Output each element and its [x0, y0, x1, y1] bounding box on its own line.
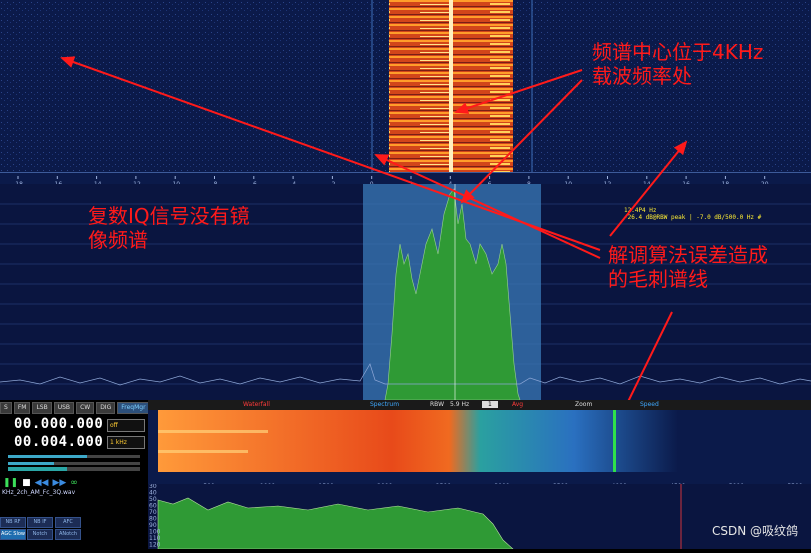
control-panel: S FM LSB USB CW DIG FreqMgr 00.000.000 off 00.…: [0, 400, 150, 549]
file-name: KHz_2ch_AM_Fc_3Q.wav: [2, 489, 76, 496]
annotation-line: 像频谱: [88, 228, 148, 252]
vfo-b-frequency[interactable]: 00.004.000: [14, 434, 103, 450]
nb-if-button[interactable]: NB IF: [27, 517, 53, 528]
db-tick-label: 120: [149, 542, 161, 549]
forward-icon[interactable]: ▶▶: [52, 478, 66, 488]
audio-spectrum-display[interactable]: 30 40 50 60 70 80 90 100 110 120: [148, 483, 811, 550]
afc-button[interactable]: AFC: [55, 517, 81, 528]
zoom-label[interactable]: Zoom: [575, 401, 592, 408]
annotation-center-frequency: 频谱中心位于4KHz 载波频率处: [592, 40, 763, 88]
vfo-b-select[interactable]: 1 kHz: [107, 436, 145, 449]
pause-icon[interactable]: ❚❚: [3, 478, 18, 488]
avg-label: Avg: [512, 401, 524, 408]
marker-frequency: 12.4P4 Hz: [624, 207, 657, 214]
stop-icon[interactable]: ■: [22, 478, 31, 488]
marker-level: -26.4 dB@RBW peak | -7.0 dB/500.0 Hz #: [624, 214, 762, 221]
waterfall-display-bottom[interactable]: [148, 410, 811, 475]
mode-button-usb[interactable]: USB: [53, 402, 75, 414]
playback-progress[interactable]: [8, 467, 140, 471]
annotation-no-image-spectrum: 复数IQ信号没有镜 像频谱: [88, 204, 250, 252]
watermark: CSDN @吸纹鸽: [711, 524, 798, 538]
avg-value[interactable]: 1: [482, 401, 498, 408]
annotation-line: 复数IQ信号没有镜: [88, 204, 250, 228]
mode-button-cw[interactable]: CW: [76, 402, 95, 414]
mode-bar: S FM LSB USB CW DIG FreqMgr: [0, 402, 150, 414]
agc-slow-button[interactable]: AGC Slow: [0, 529, 26, 540]
frequency-axis-bottom: 5001000150020002500300035004000450050005…: [148, 475, 811, 490]
vfo-a-select[interactable]: off: [107, 419, 145, 432]
spectrum-label[interactable]: Spectrum: [370, 401, 399, 408]
mode-button-lsb[interactable]: LSB: [32, 402, 52, 414]
mode-button-dig[interactable]: DIG: [96, 402, 116, 414]
vfo-a-frequency[interactable]: 00.000.000: [14, 416, 103, 432]
rbw-value[interactable]: 5.9 Hz: [450, 401, 469, 408]
mode-button-freqmgr[interactable]: FreqMgr: [117, 402, 150, 414]
loop-icon[interactable]: ∞: [70, 478, 78, 488]
squelch-slider[interactable]: [8, 462, 140, 465]
annotation-line: 解调算法误差造成: [608, 243, 768, 267]
spur-line-waterfall: [613, 410, 616, 472]
nb-rf-button[interactable]: NB RF: [0, 517, 26, 528]
mode-button-s[interactable]: S: [0, 402, 12, 414]
annotation-line: 载波频率处: [592, 64, 692, 88]
annotation-line: 的毛刺谱线: [608, 267, 708, 291]
annotation-line: 频谱中心位于4KHz: [592, 40, 764, 64]
anotch-button[interactable]: ANotch: [55, 529, 81, 540]
annotation-spur-lines: 解调算法误差造成 的毛刺谱线: [608, 243, 768, 291]
speed-label[interactable]: Speed: [640, 401, 659, 408]
mode-button-fm[interactable]: FM: [13, 402, 31, 414]
playback-controls: ❚❚ ■ ◀◀ ▶▶ ∞: [3, 478, 78, 488]
waterfall-bottom-canvas[interactable]: [148, 410, 811, 475]
carrier-line: [449, 0, 453, 175]
rewind-icon[interactable]: ◀◀: [35, 478, 49, 488]
notch-button[interactable]: Notch: [27, 529, 53, 540]
volume-slider[interactable]: [8, 455, 140, 458]
waterfall-label[interactable]: Waterfall: [243, 401, 270, 408]
audio-spectrum-canvas[interactable]: 30405060708090100110120: [148, 483, 811, 550]
rbw-label: RBW: [430, 401, 445, 408]
